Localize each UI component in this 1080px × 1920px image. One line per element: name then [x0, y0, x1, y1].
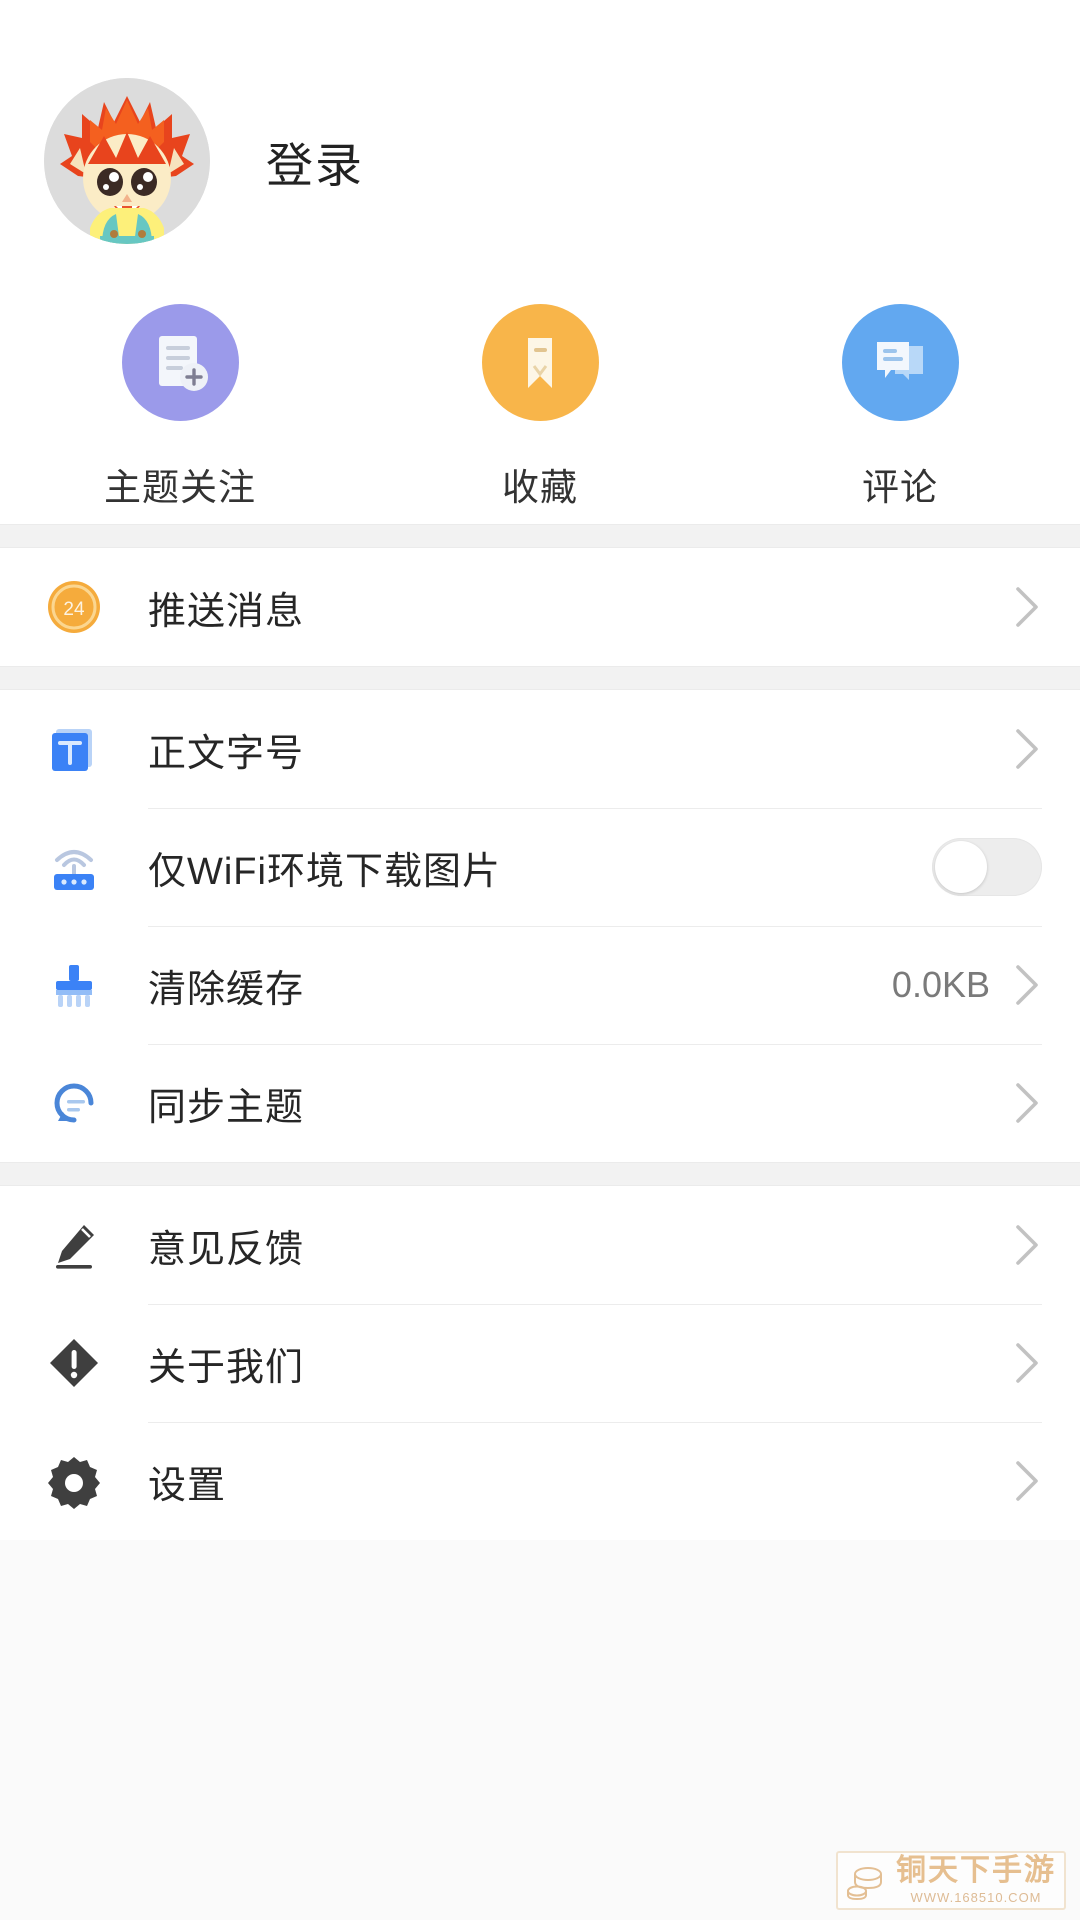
settings-group-messages: 24 推送消息	[0, 548, 1080, 666]
quick-action-favorites[interactable]: 收藏	[360, 304, 720, 511]
chevron-right-icon[interactable]	[1012, 1458, 1042, 1504]
watermark-text: 铜天下手游 WWW.168510.COM	[896, 1854, 1056, 1906]
coins-icon	[842, 1858, 888, 1904]
push-badge-24-icon: 24	[32, 578, 116, 636]
broom-icon	[32, 957, 116, 1013]
row-clear-cache[interactable]: 清除缓存 0.0KB	[0, 926, 1080, 1044]
section-divider	[0, 524, 1080, 548]
quick-action-theme-follow[interactable]: 主题关注	[0, 304, 360, 511]
toggle-knob	[935, 841, 987, 893]
quick-actions: 主题关注 收藏 评论	[0, 304, 1080, 511]
row-label: 正文字号	[148, 732, 305, 775]
bookmark-icon	[481, 304, 599, 421]
text-size-icon	[32, 721, 116, 777]
wifi-only-toggle[interactable]	[932, 838, 1042, 896]
settings-screen: 登录 主题关注 收藏 评论 24 推送消息 正文字号 仅WiFi环境下载图片 清…	[0, 0, 1080, 1920]
gear-icon	[32, 1453, 116, 1509]
row-text-size[interactable]: 正文字号	[0, 690, 1080, 808]
wifi-router-icon	[32, 838, 116, 896]
row-label: 仅WiFi环境下载图片	[148, 850, 501, 893]
chevron-right-icon[interactable]	[1012, 726, 1042, 772]
row-label: 设置	[148, 1464, 227, 1507]
section-divider	[0, 666, 1080, 690]
avatar[interactable]	[44, 78, 210, 244]
push-badge-count: 24	[63, 599, 85, 620]
chevron-right-icon[interactable]	[1012, 1080, 1042, 1126]
profile-header: 登录 主题关注 收藏 评论	[0, 0, 1080, 524]
settings-group-preferences: 正文字号 仅WiFi环境下载图片 清除缓存 0.0KB 同步主题	[0, 690, 1080, 1162]
quick-action-label: 收藏	[502, 467, 578, 508]
row-label: 同步主题	[148, 1086, 305, 1129]
quick-action-comments[interactable]: 评论	[720, 304, 1080, 511]
row-about-us[interactable]: 关于我们	[0, 1304, 1080, 1422]
watermark-url: WWW.168510.COM	[910, 1890, 1042, 1905]
row-label: 推送消息	[148, 590, 305, 633]
cache-size-value: 0.0KB	[891, 964, 990, 1005]
row-sync-theme[interactable]: 同步主题	[0, 1044, 1080, 1162]
document-add-icon	[121, 304, 239, 421]
row-push-messages[interactable]: 24 推送消息	[0, 548, 1080, 666]
row-label: 意见反馈	[148, 1228, 305, 1271]
row-settings[interactable]: 设置	[0, 1422, 1080, 1540]
watermark: 铜天下手游 WWW.168510.COM	[836, 1851, 1066, 1910]
row-label: 清除缓存	[148, 968, 305, 1011]
row-label: 关于我们	[148, 1346, 305, 1389]
login-row[interactable]: 登录	[0, 78, 1080, 244]
row-wifi-only-images[interactable]: 仅WiFi环境下载图片	[0, 808, 1080, 926]
chevron-right-icon[interactable]	[1012, 1222, 1042, 1268]
settings-group-about: 意见反馈 关于我们 设置	[0, 1186, 1080, 1540]
watermark-title: 铜天下手游	[896, 1854, 1056, 1887]
login-label[interactable]: 登录	[266, 127, 364, 196]
row-feedback[interactable]: 意见反馈	[0, 1186, 1080, 1304]
chevron-right-icon[interactable]	[1012, 1340, 1042, 1386]
info-diamond-icon	[32, 1335, 116, 1391]
quick-action-label: 评论	[862, 467, 938, 508]
pencil-edit-icon	[32, 1217, 116, 1273]
chevron-right-icon[interactable]	[1012, 962, 1042, 1008]
quick-action-label: 主题关注	[104, 467, 256, 508]
comment-bubbles-icon	[841, 304, 959, 421]
section-divider	[0, 1162, 1080, 1186]
chevron-right-icon[interactable]	[1012, 584, 1042, 630]
sync-refresh-icon	[32, 1074, 116, 1132]
